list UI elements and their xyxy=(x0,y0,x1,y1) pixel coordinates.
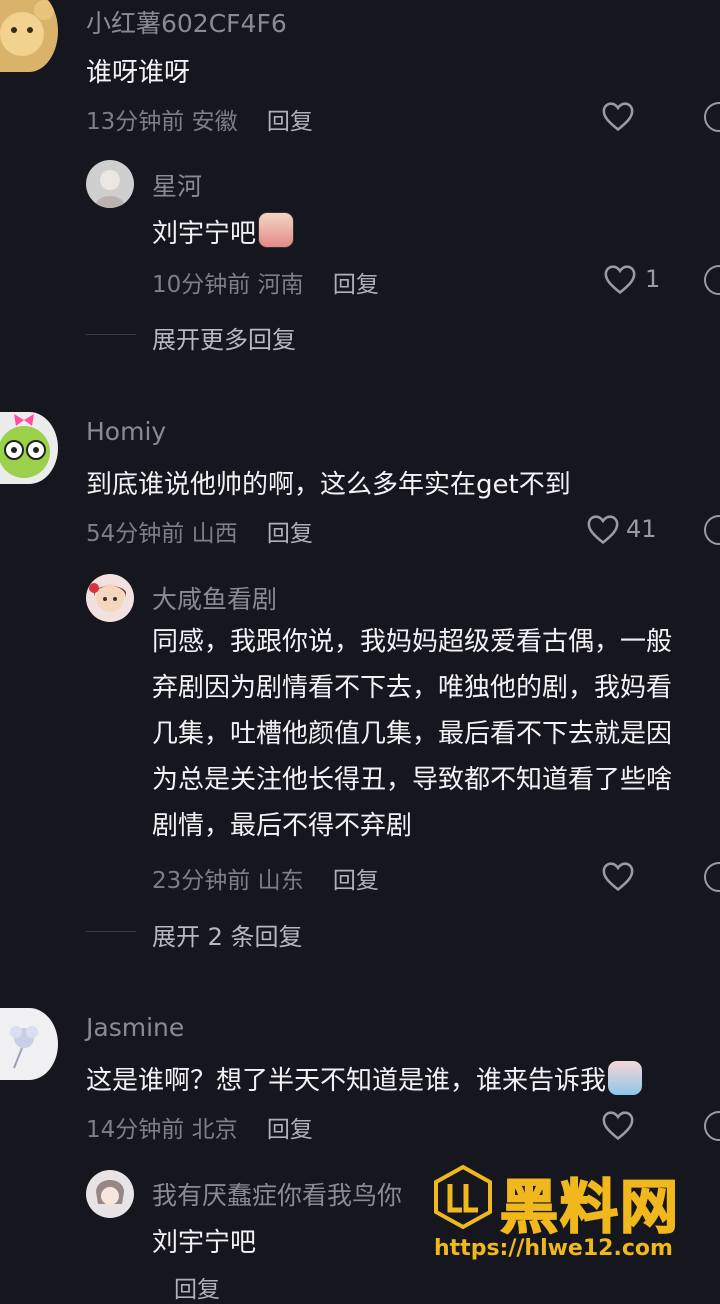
comment-text: 同感，我跟你说，我妈妈超级爱看古偶，一般 弃剧因为剧情看不下去，唯独他的剧，我妈… xyxy=(152,619,720,849)
comment-text-content: 这是谁啊？想了半天不知道是谁，谁来告诉我 xyxy=(86,1066,607,1096)
heart-icon xyxy=(604,265,636,295)
comment-location: 山西 xyxy=(191,521,238,547)
like-button[interactable] xyxy=(601,860,635,892)
comment-meta: 23分钟前 山东 回复 xyxy=(152,861,379,895)
comment-time: 10分钟前 xyxy=(152,272,251,298)
comment-text-line: 为总是关注他长得丑，导致都不知道看了些啥 xyxy=(152,765,673,795)
comment-meta: 回复 xyxy=(152,1270,220,1304)
like-count: 41 xyxy=(626,515,657,543)
comment-location: 河南 xyxy=(257,272,304,298)
reply-button[interactable]: 回复 xyxy=(267,109,313,135)
weeping-face-icon xyxy=(608,1061,643,1095)
heart-icon xyxy=(587,515,619,545)
watermark-logo-icon xyxy=(434,1164,492,1230)
watermark-url: https://hlwe12.com xyxy=(434,1236,673,1261)
comment-more-icon[interactable] xyxy=(704,1111,720,1141)
like-count: 1 xyxy=(645,265,661,293)
comment-username[interactable]: 星河 xyxy=(152,167,202,203)
avatar[interactable] xyxy=(0,0,58,72)
comment-text: 谁呀谁呀 xyxy=(86,58,191,88)
reply-button[interactable]: 回复 xyxy=(267,521,313,547)
comment-time: 13分钟前 xyxy=(86,109,185,135)
expand-replies-button[interactable]: 展开 2 条回复 xyxy=(152,917,303,952)
comment-username[interactable]: 小红薯602CF4F6 xyxy=(86,4,287,40)
like-button[interactable]: 41 xyxy=(586,513,657,545)
like-button[interactable] xyxy=(601,1109,635,1141)
divider xyxy=(86,334,136,335)
comment-text: 刘宇宁吧 xyxy=(152,212,295,250)
comment-time: 54分钟前 xyxy=(86,521,185,547)
reply-button[interactable]: 回复 xyxy=(333,272,379,298)
divider xyxy=(86,931,136,932)
comment-meta: 54分钟前 山西 回复 xyxy=(86,514,313,548)
comment-meta: 13分钟前 安徽 回复 xyxy=(86,102,313,136)
comment-text-line: 几集，吐槽他颜值几集，最后看不下去就是因 xyxy=(152,719,673,749)
avatar[interactable] xyxy=(0,412,58,484)
heart-icon xyxy=(602,1111,634,1141)
comment-text: 到底谁说他帅的啊，这么多年实在get不到 xyxy=(86,470,571,500)
comment-username[interactable]: Jasmine xyxy=(86,1013,184,1042)
comment-more-icon[interactable] xyxy=(704,862,720,892)
watermark-brand: 黑料网 xyxy=(499,1172,681,1242)
comment-time: 14分钟前 xyxy=(86,1117,185,1143)
comment-text: 这是谁啊？想了半天不知道是谁，谁来告诉我 xyxy=(86,1060,643,1097)
comment-username[interactable]: 我有厌蠢症你看我鸟你 xyxy=(152,1176,402,1212)
avatar[interactable] xyxy=(86,160,134,208)
comment-time: 23分钟前 xyxy=(152,868,251,894)
avatar[interactable] xyxy=(86,1170,134,1218)
reply-button[interactable]: 回复 xyxy=(174,1277,220,1303)
comment-meta: 14分钟前 北京 回复 xyxy=(86,1110,313,1144)
comment-text: 刘宇宁吧 xyxy=(152,1228,257,1258)
reply-button[interactable]: 回复 xyxy=(333,868,379,894)
comment-location: 山东 xyxy=(257,868,304,894)
comment-text-line: 剧情，最后不得不弃剧 xyxy=(152,811,413,841)
comment-username[interactable]: Homiy xyxy=(86,417,166,446)
comment-text-line: 同感，我跟你说，我妈妈超级爱看古偶，一般 xyxy=(152,627,673,657)
heart-icon xyxy=(602,862,634,892)
avatar[interactable] xyxy=(86,574,134,622)
like-button[interactable]: 1 xyxy=(603,263,660,295)
comment-more-icon[interactable] xyxy=(704,265,720,295)
comment-more-icon[interactable] xyxy=(704,102,720,132)
crying-face-icon xyxy=(258,212,295,248)
comment-meta: 10分钟前 河南 回复 xyxy=(152,265,379,299)
reply-button[interactable]: 回复 xyxy=(267,1117,313,1143)
comment-location: 北京 xyxy=(191,1117,238,1143)
comment-username[interactable]: 大咸鱼看剧 xyxy=(152,580,277,616)
comment-text-content: 刘宇宁吧 xyxy=(152,219,257,249)
heart-icon xyxy=(602,102,634,132)
comment-text-line: 弃剧因为剧情看不下去，唯独他的剧，我妈看 xyxy=(152,673,673,703)
expand-replies-button[interactable]: 展开更多回复 xyxy=(152,320,296,355)
comment-more-icon[interactable] xyxy=(704,515,720,545)
comment-location: 安徽 xyxy=(191,109,238,135)
avatar[interactable] xyxy=(0,1008,58,1080)
watermark: 黑料网 https://hlwe12.com xyxy=(430,1162,720,1280)
like-button[interactable] xyxy=(601,100,635,132)
